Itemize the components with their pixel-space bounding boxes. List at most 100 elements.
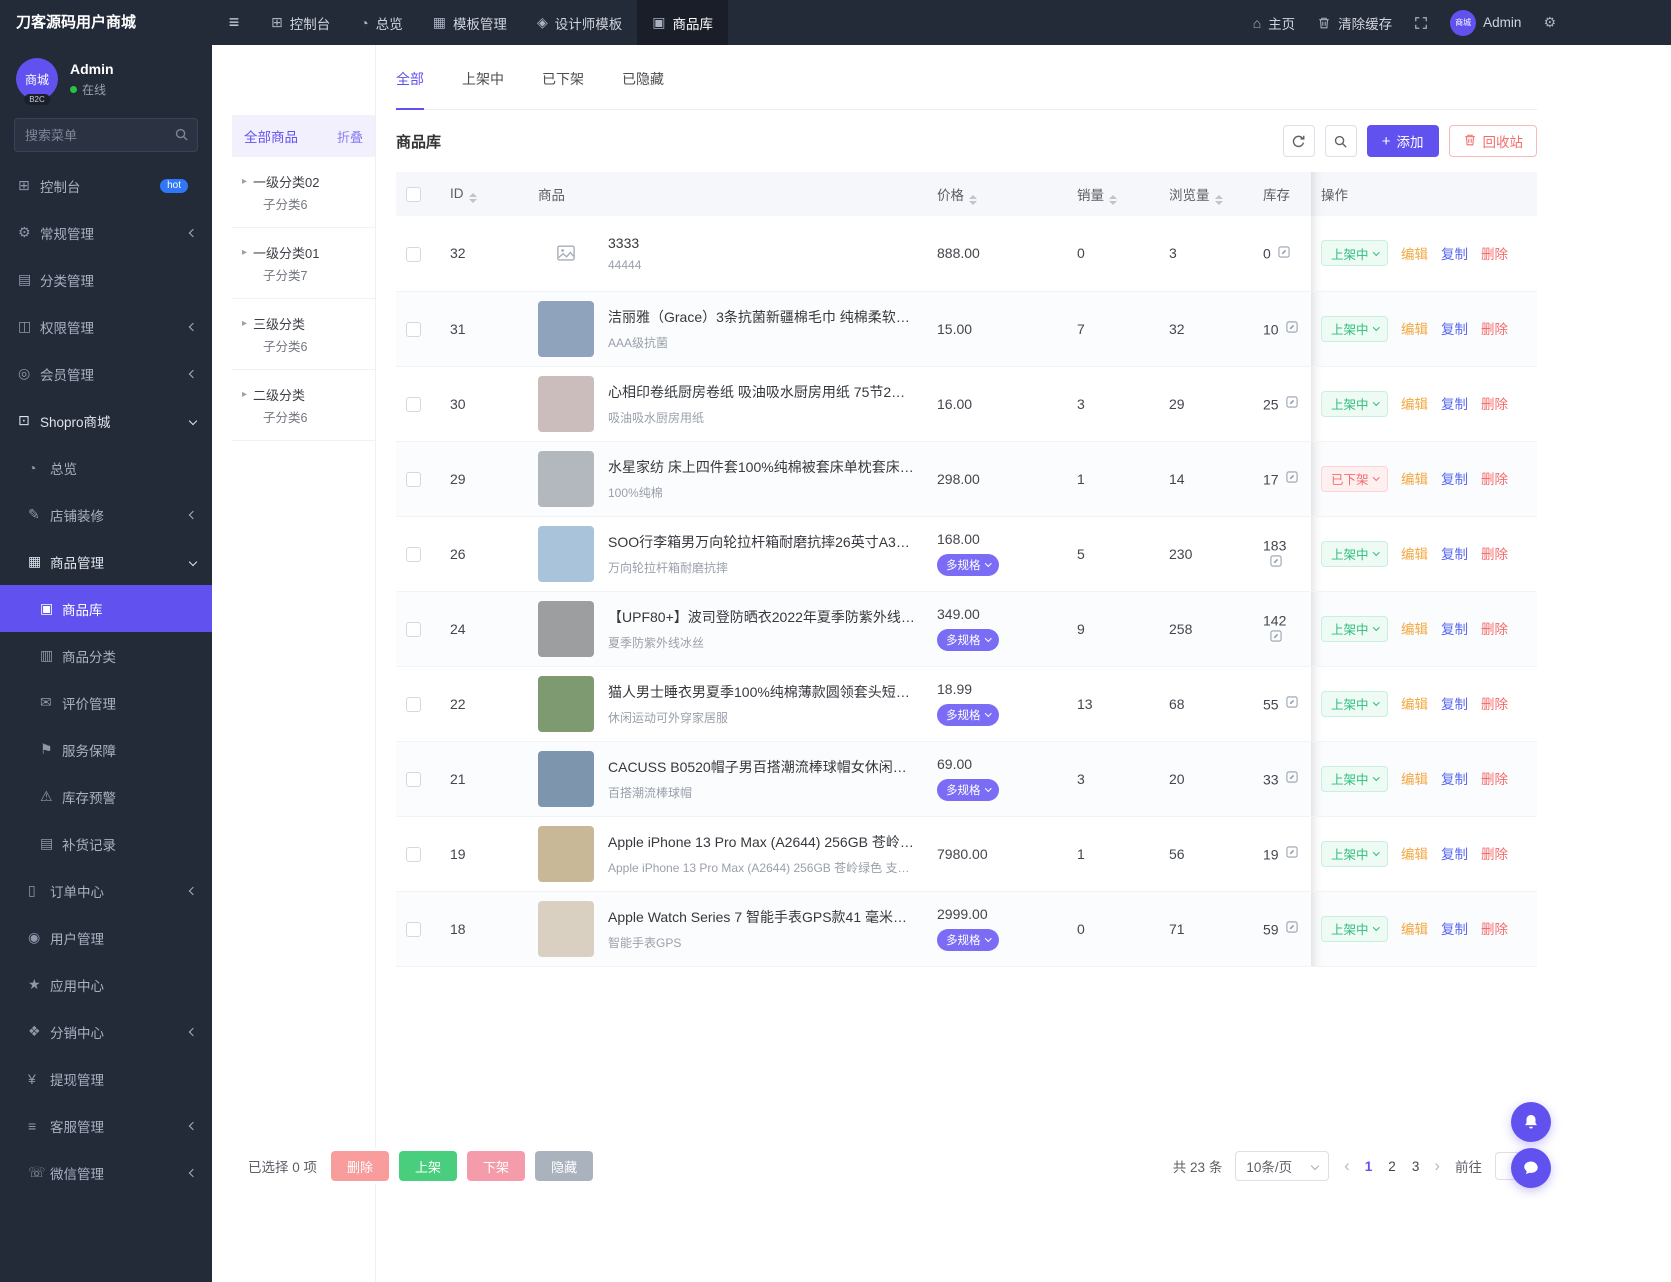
edit-link[interactable]: 编辑 xyxy=(1401,697,1428,712)
sort-icon[interactable] xyxy=(468,192,477,203)
status-dropdown[interactable]: 上架中 xyxy=(1321,840,1389,867)
hamburger-menu-icon[interactable]: ≡ xyxy=(212,12,256,33)
edit-link[interactable]: 编辑 xyxy=(1401,247,1428,262)
chat-button[interactable] xyxy=(1511,1148,1551,1188)
delete-link[interactable]: 删除 xyxy=(1481,397,1508,412)
sidebar-item-member[interactable]: ◎ 会员管理 xyxy=(0,350,212,397)
sort-icon[interactable] xyxy=(1109,194,1117,205)
row-checkbox[interactable] xyxy=(406,771,421,787)
edit-link[interactable]: 编辑 xyxy=(1401,322,1428,337)
multi-spec-badge[interactable]: 多规格 xyxy=(937,779,999,801)
edit-link[interactable]: 编辑 xyxy=(1401,397,1428,412)
stock-edit-icon[interactable] xyxy=(1277,245,1291,262)
status-dropdown[interactable]: 已下架 xyxy=(1321,465,1389,492)
delete-link[interactable]: 删除 xyxy=(1481,547,1508,562)
status-dropdown[interactable]: 上架中 xyxy=(1321,915,1389,942)
page-number-3[interactable]: 3 xyxy=(1412,1159,1420,1174)
refresh-button[interactable] xyxy=(1282,125,1315,157)
category-child-item[interactable]: 子分类6 xyxy=(242,406,365,430)
collapse-button[interactable]: 折叠 xyxy=(337,127,363,146)
sidebar-item-shopro[interactable]: ⊡ Shopro商城 xyxy=(0,397,212,444)
sidebar-item-goods-manage[interactable]: ▦ 商品管理 xyxy=(0,538,212,585)
multi-spec-badge[interactable]: 多规格 xyxy=(937,629,999,651)
sidebar-item-app-center[interactable]: ★ 应用中心 xyxy=(0,961,212,1008)
delete-link[interactable]: 删除 xyxy=(1481,247,1508,262)
sidebar-item-restock[interactable]: ▤ 补货记录 xyxy=(0,820,212,867)
edit-link[interactable]: 编辑 xyxy=(1401,772,1428,787)
tab-off-sale[interactable]: 已下架 xyxy=(542,69,584,109)
status-dropdown[interactable]: 上架中 xyxy=(1321,615,1389,642)
stock-edit-icon[interactable] xyxy=(1285,470,1299,487)
menu-search-input[interactable] xyxy=(14,118,198,152)
sidebar-item-support[interactable]: ≡ 客服管理 xyxy=(0,1102,212,1149)
stock-edit-icon[interactable] xyxy=(1285,770,1299,787)
batch-off-sale-button[interactable]: 下架 xyxy=(467,1151,526,1181)
category-child-item[interactable]: 子分类6 xyxy=(242,335,365,359)
prev-page-button[interactable]: ‹ xyxy=(1342,1156,1352,1176)
page-size-select[interactable]: 10条/页 xyxy=(1235,1151,1330,1181)
page-number-1[interactable]: 1 xyxy=(1365,1159,1373,1174)
multi-spec-badge[interactable]: 多规格 xyxy=(937,929,999,951)
sidebar-item-goods-library[interactable]: ▣ 商品库 xyxy=(0,585,212,632)
status-dropdown[interactable]: 上架中 xyxy=(1321,765,1389,792)
delete-link[interactable]: 删除 xyxy=(1481,472,1508,487)
stock-edit-icon[interactable] xyxy=(1285,695,1299,712)
sidebar-user-card[interactable]: 商城 B2C Admin 在线 xyxy=(0,45,212,108)
row-checkbox[interactable] xyxy=(406,846,421,862)
select-all-checkbox[interactable] xyxy=(406,186,421,202)
topnav-item-console[interactable]: ⊞ 控制台 xyxy=(256,0,345,45)
row-checkbox[interactable] xyxy=(406,921,421,937)
category-item[interactable]: ▸ 二级分类 xyxy=(242,382,365,406)
delete-link[interactable]: 删除 xyxy=(1481,697,1508,712)
topnav-item-template[interactable]: ▦ 模板管理 xyxy=(418,0,522,45)
delete-link[interactable]: 删除 xyxy=(1481,322,1508,337)
tab-all[interactable]: 全部 xyxy=(396,69,424,110)
sidebar-item-stock-warning[interactable]: ⚠ 库存预警 xyxy=(0,773,212,820)
row-checkbox[interactable] xyxy=(406,396,421,412)
edit-link[interactable]: 编辑 xyxy=(1401,922,1428,937)
next-page-button[interactable]: › xyxy=(1432,1156,1442,1176)
sidebar-item-review[interactable]: ✉ 评价管理 xyxy=(0,679,212,726)
sidebar-item-console[interactable]: ⊞ 控制台 hot xyxy=(0,162,212,209)
stock-edit-icon[interactable] xyxy=(1285,845,1299,862)
topnav-user-menu[interactable]: 商城 Admin xyxy=(1439,0,1532,45)
stock-edit-icon[interactable] xyxy=(1285,920,1299,937)
copy-link[interactable]: 复制 xyxy=(1441,547,1468,562)
delete-link[interactable]: 删除 xyxy=(1481,622,1508,637)
sort-icon[interactable] xyxy=(969,194,977,205)
fullscreen-button[interactable] xyxy=(1403,0,1439,45)
status-dropdown[interactable]: 上架中 xyxy=(1321,315,1389,342)
row-checkbox[interactable] xyxy=(406,471,421,487)
edit-link[interactable]: 编辑 xyxy=(1401,472,1428,487)
category-item[interactable]: ▸ 一级分类02 xyxy=(242,169,365,193)
tab-on-sale[interactable]: 上架中 xyxy=(462,69,504,109)
recycle-bin-button[interactable]: 回收站 xyxy=(1448,125,1537,157)
sort-icon[interactable] xyxy=(1214,194,1223,205)
delete-link[interactable]: 删除 xyxy=(1481,847,1508,862)
row-checkbox[interactable] xyxy=(406,246,421,262)
delete-link[interactable]: 删除 xyxy=(1481,922,1508,937)
status-dropdown[interactable]: 上架中 xyxy=(1321,540,1389,567)
copy-link[interactable]: 复制 xyxy=(1441,922,1468,937)
batch-on-sale-button[interactable]: 上架 xyxy=(399,1151,458,1181)
delete-link[interactable]: 删除 xyxy=(1481,772,1508,787)
row-checkbox[interactable] xyxy=(406,696,421,712)
sidebar-item-service[interactable]: ⚑ 服务保障 xyxy=(0,726,212,773)
stock-edit-icon[interactable] xyxy=(1285,320,1299,337)
multi-spec-badge[interactable]: 多规格 xyxy=(937,554,999,576)
copy-link[interactable]: 复制 xyxy=(1441,472,1468,487)
category-item[interactable]: ▸ 三级分类 xyxy=(242,311,365,335)
edit-link[interactable]: 编辑 xyxy=(1401,622,1428,637)
copy-link[interactable]: 复制 xyxy=(1441,697,1468,712)
add-button[interactable]: + 添加 xyxy=(1366,125,1439,157)
stock-edit-icon[interactable] xyxy=(1285,395,1299,412)
copy-link[interactable]: 复制 xyxy=(1441,247,1468,262)
sidebar-item-general[interactable]: ⚙ 常规管理 xyxy=(0,209,212,256)
search-button[interactable] xyxy=(1324,125,1357,157)
tab-hidden[interactable]: 已隐藏 xyxy=(622,69,664,109)
stock-edit-icon[interactable] xyxy=(1269,629,1283,646)
sidebar-item-distribution[interactable]: ❖ 分销中心 xyxy=(0,1008,212,1055)
copy-link[interactable]: 复制 xyxy=(1441,847,1468,862)
topnav-item-overview[interactable]: ◔ 总览 xyxy=(345,0,417,45)
status-dropdown[interactable]: 上架中 xyxy=(1321,390,1389,417)
